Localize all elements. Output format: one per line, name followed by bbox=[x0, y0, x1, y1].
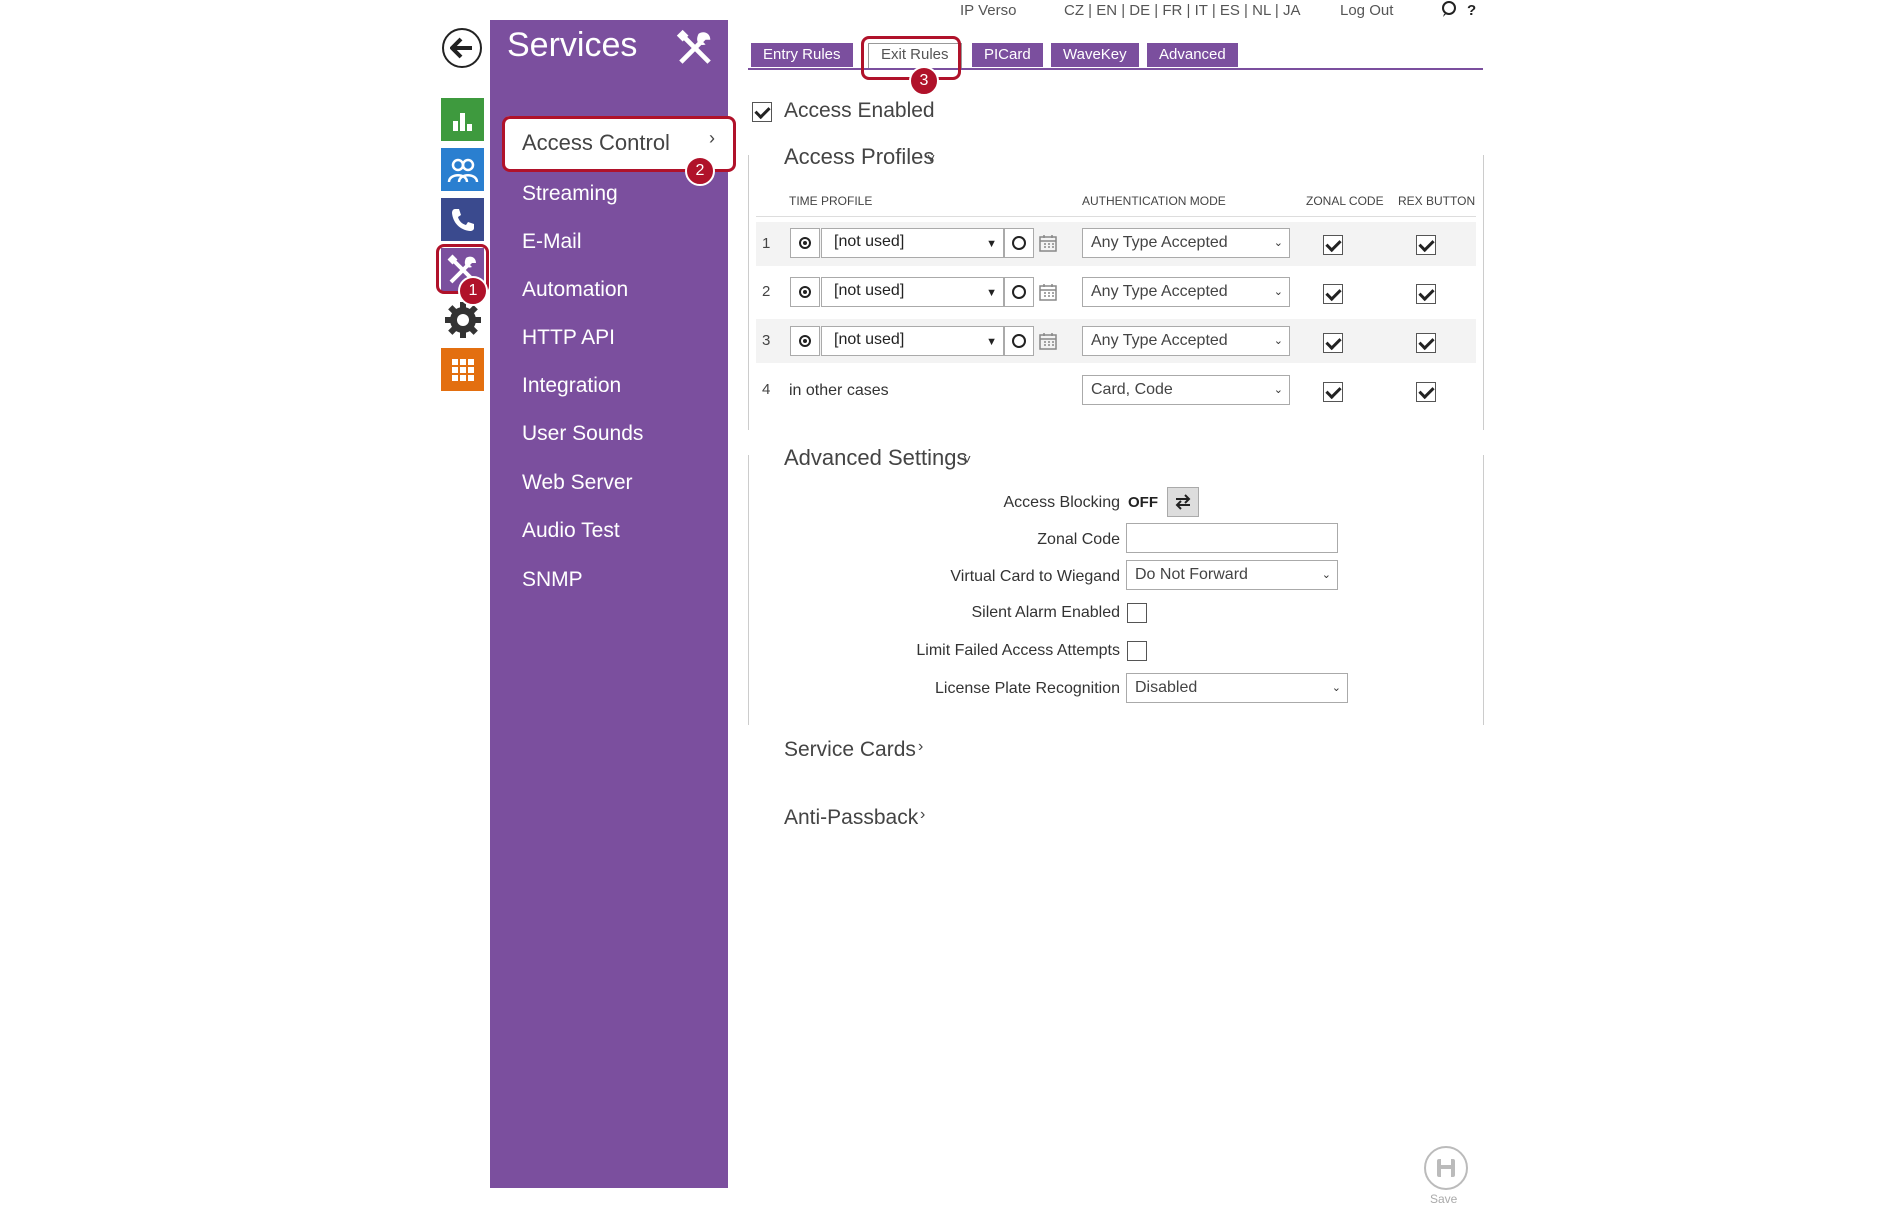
menu-item-snmp[interactable]: SNMP bbox=[522, 568, 583, 592]
help-link[interactable]: ? bbox=[1467, 2, 1476, 19]
menu-item-web-server[interactable]: Web Server bbox=[522, 471, 633, 495]
section-frame-left bbox=[748, 155, 749, 430]
zonal-code-checkbox[interactable] bbox=[1323, 235, 1343, 255]
zonal-code-checkbox[interactable] bbox=[1323, 284, 1343, 304]
rex-button-checkbox[interactable] bbox=[1416, 284, 1436, 304]
logout-link[interactable]: Log Out bbox=[1340, 2, 1393, 19]
zonal-code-input[interactable] bbox=[1126, 523, 1338, 553]
anti-passback-title[interactable]: Anti-Passback bbox=[784, 806, 918, 830]
save-label: Save bbox=[1430, 1192, 1458, 1206]
silent-alarm-label: Silent Alarm Enabled bbox=[971, 604, 1120, 621]
swap-icon bbox=[1175, 494, 1191, 510]
rex-button-checkbox[interactable] bbox=[1416, 333, 1436, 353]
status-nav[interactable] bbox=[441, 98, 484, 141]
service-cards-title[interactable]: Service Cards bbox=[784, 738, 916, 762]
limit-failed-label: Limit Failed Access Attempts bbox=[916, 642, 1120, 659]
menu-item-integration[interactable]: Integration bbox=[522, 374, 621, 398]
zonal-code-checkbox[interactable] bbox=[1323, 333, 1343, 353]
chevron-right-icon[interactable]: › bbox=[918, 738, 923, 756]
tab-advanced[interactable]: Advanced bbox=[1147, 43, 1238, 67]
menu-item-http-api[interactable]: HTTP API bbox=[522, 326, 615, 350]
chevron-right-icon[interactable]: › bbox=[920, 806, 925, 824]
limit-failed-checkbox[interactable] bbox=[1127, 641, 1147, 661]
rex-button-checkbox[interactable] bbox=[1416, 382, 1436, 402]
system-nav[interactable] bbox=[441, 348, 484, 391]
phone-icon bbox=[451, 208, 474, 231]
menu-title: Services bbox=[507, 26, 638, 64]
zonal-code-label: Zonal Code bbox=[1037, 531, 1120, 548]
arrow-left-icon bbox=[450, 37, 472, 59]
save-button[interactable] bbox=[1424, 1146, 1468, 1190]
access-blocking-value: OFF bbox=[1128, 494, 1158, 511]
lpr-select[interactable]: Disabled ⌄ bbox=[1126, 673, 1348, 703]
calls-nav[interactable] bbox=[441, 198, 484, 241]
lpr-label: License Plate Recognition bbox=[934, 680, 1120, 697]
virtual-card-select[interactable]: Do Not Forward ⌄ bbox=[1126, 560, 1338, 590]
silent-alarm-checkbox[interactable] bbox=[1127, 603, 1147, 623]
col-rex-button: REX BUTTON bbox=[1398, 194, 1476, 208]
menu-item-automation[interactable]: Automation bbox=[522, 278, 628, 302]
floppy-disk-icon bbox=[1437, 1159, 1455, 1177]
bar-chart-icon bbox=[452, 112, 472, 131]
step-badge-1: 1 bbox=[458, 276, 488, 306]
rex-button-checkbox[interactable] bbox=[1416, 235, 1436, 255]
tools-icon bbox=[675, 28, 715, 73]
advanced-labels: Access Blocking Zonal Code Virtual Card … bbox=[760, 0, 1121, 697]
step-badge-2: 2 bbox=[685, 156, 715, 186]
chat-icon[interactable] bbox=[1441, 0, 1457, 22]
services-menu: Services Access Control › Streaming E-Ma… bbox=[490, 20, 729, 1188]
directory-nav[interactable] bbox=[441, 148, 484, 191]
menu-item-email[interactable]: E-Mail bbox=[522, 230, 582, 254]
section-frame-left bbox=[748, 455, 749, 725]
menu-item-audio-test[interactable]: Audio Test bbox=[522, 519, 620, 543]
toggle-button[interactable] bbox=[1167, 487, 1199, 517]
access-blocking-label: Access Blocking bbox=[1003, 494, 1121, 511]
zonal-code-checkbox[interactable] bbox=[1323, 382, 1343, 402]
virtual-card-label: Virtual Card to Wiegand bbox=[950, 568, 1120, 585]
grid-icon bbox=[451, 358, 474, 381]
col-zonal-code: ZONAL CODE bbox=[1306, 194, 1384, 208]
back-button[interactable] bbox=[442, 28, 482, 68]
menu-item-user-sounds[interactable]: User Sounds bbox=[522, 422, 643, 446]
section-frame-right bbox=[1483, 455, 1484, 725]
menu-item-streaming[interactable]: Streaming bbox=[522, 182, 618, 206]
section-frame-right bbox=[1483, 155, 1484, 430]
users-icon bbox=[447, 158, 478, 182]
